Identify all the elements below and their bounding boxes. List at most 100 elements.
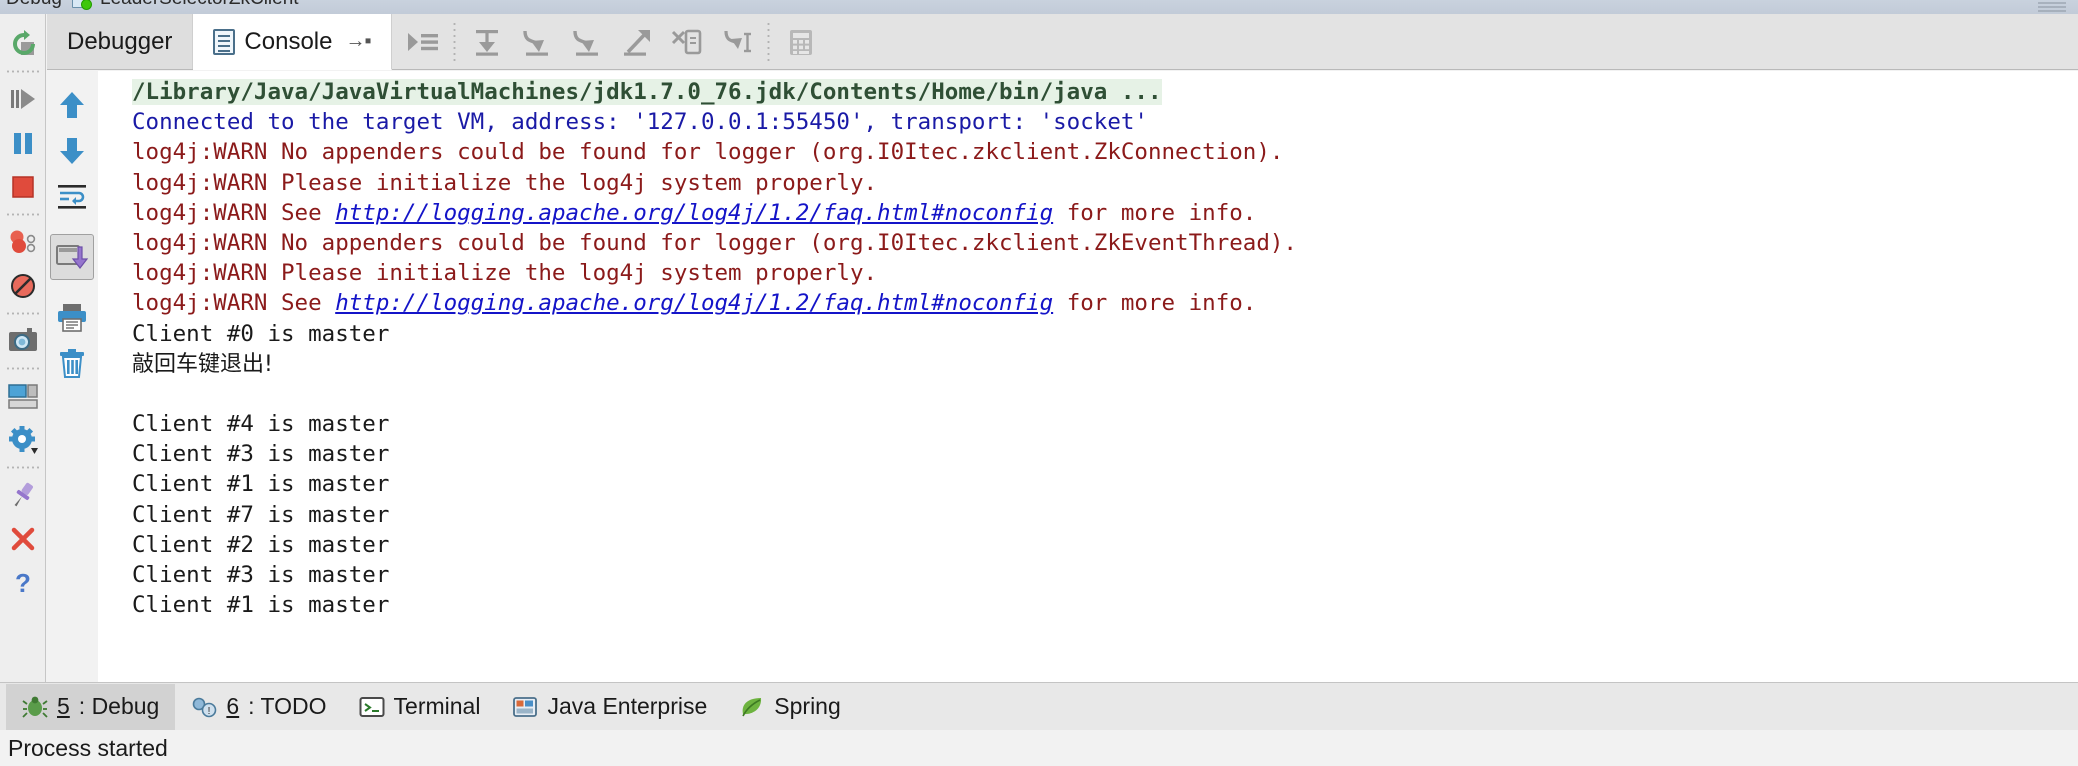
console-line: Client #3 is master: [132, 439, 2078, 469]
scroll-down-icon[interactable]: [50, 128, 94, 174]
tab-console-label: Console: [244, 27, 333, 55]
console-output[interactable]: /Library/Java/JavaVirtualMachines/jdk1.7…: [98, 71, 2078, 706]
scroll-up-icon[interactable]: [50, 82, 94, 128]
drop-frame-icon[interactable]: [662, 19, 712, 65]
document-running-icon: [72, 0, 92, 10]
console-line: log4j:WARN No appenders could be found f…: [132, 228, 2078, 258]
console-text: log4j:WARN See: [132, 199, 336, 226]
toolbar-separator: [765, 21, 772, 62]
close-icon[interactable]: [2, 517, 44, 561]
console-line: log4j:WARN No appenders could be found f…: [132, 137, 2078, 167]
toolbar-separator: [451, 21, 458, 62]
bottom-tab-todo[interactable]: ! 6 : TODO: [175, 684, 342, 730]
step-into-icon[interactable]: [512, 19, 562, 65]
console-line: log4j:WARN See http://logging.apache.org…: [132, 288, 2078, 318]
step-out-icon[interactable]: [562, 19, 612, 65]
soft-wrap-icon[interactable]: [50, 174, 94, 220]
tab-console[interactable]: Console →▪: [193, 14, 392, 70]
tool-window-bar: 5 : Debug ! 6 : TODO Terminal Java Enter…: [0, 682, 2078, 730]
status-message: Process started: [8, 734, 168, 761]
settings-gear-icon[interactable]: [2, 418, 44, 462]
svg-text:?: ?: [15, 568, 31, 598]
console-text: Client #3 is master: [132, 562, 390, 588]
force-step-into-icon[interactable]: [398, 19, 448, 65]
console-actions-rail: [47, 70, 97, 706]
console-line: Client #2 is master: [132, 530, 2078, 560]
stop-icon[interactable]: [2, 165, 44, 209]
rail-separator: [5, 464, 40, 471]
console-text: for more info.: [1053, 290, 1257, 317]
settings-layout-icon[interactable]: [2, 374, 44, 418]
pin-tab-icon[interactable]: [2, 473, 44, 517]
console-text: log4j:WARN No appenders could be found f…: [132, 229, 1297, 256]
console-text: log4j:WARN No appenders could be found f…: [132, 139, 1284, 166]
bottom-tab-todo-mnemonic: 6: [226, 693, 240, 719]
console-line: Client #3 is master: [132, 560, 2078, 590]
debug-step-toolbar: [392, 14, 832, 69]
evaluate-expression-icon[interactable]: [776, 19, 826, 65]
console-line: log4j:WARN Please initialize the log4j s…: [132, 258, 2078, 288]
rail-separator: [5, 310, 40, 317]
rail-separator: [5, 211, 40, 218]
console-line: Client #0 is master: [132, 319, 2078, 349]
console-line: /Library/Java/JavaVirtualMachines/jdk1.7…: [132, 77, 2078, 107]
pause-program-icon[interactable]: [2, 121, 44, 165]
console-text: Connected to the target VM, address: '12…: [132, 109, 1148, 136]
console-text: log4j:WARN Please initialize the log4j s…: [132, 169, 878, 196]
console-line: Client #7 is master: [132, 500, 2078, 530]
scroll-to-end-icon[interactable]: [50, 234, 94, 280]
bottom-tab-spring[interactable]: Spring: [723, 684, 856, 730]
console-line: Client #4 is master: [132, 409, 2078, 439]
bottom-tab-debug[interactable]: 5 : Debug: [6, 683, 176, 730]
bottom-tab-java-enterprise[interactable]: Java Enterprise: [496, 684, 723, 730]
bottom-tab-spring-label: Spring: [774, 693, 841, 719]
console-tabbar: Debugger Console →▪: [47, 14, 2078, 70]
rerun-icon[interactable]: [2, 22, 44, 66]
console-text: Client #2 is master: [132, 531, 390, 558]
rail-separator: [5, 68, 40, 75]
console-line: log4j:WARN Please initialize the log4j s…: [132, 168, 2078, 198]
help-icon[interactable]: ?: [2, 561, 44, 605]
console-text: Client #1 is master: [132, 471, 390, 498]
java-enterprise-icon: [512, 695, 538, 719]
console-text: Client #7 is master: [132, 501, 390, 528]
clear-all-icon[interactable]: [50, 340, 94, 386]
get-thread-dump-icon[interactable]: [2, 319, 44, 363]
maximize-dots-icon[interactable]: [2038, 0, 2066, 12]
bottom-tab-terminal-label: Terminal: [393, 693, 481, 719]
run-to-cursor-icon[interactable]: [612, 19, 662, 65]
view-breakpoints-icon[interactable]: [2, 220, 44, 264]
spring-leaf-icon: [739, 695, 765, 719]
force-run-to-cursor-icon[interactable]: [712, 19, 762, 65]
debug-actions-rail: ?: [0, 14, 46, 706]
console-doc-icon: [213, 28, 236, 55]
console-line: log4j:WARN See http://logging.apache.org…: [132, 198, 2078, 228]
console-line: Connected to the target VM, address: '12…: [132, 107, 2078, 137]
console-text: 敲回车键退出!: [132, 351, 273, 377]
console-text: for more info.: [1053, 199, 1257, 226]
console-line: Client #1 is master: [132, 590, 2078, 620]
console-link[interactable]: http://logging.apache.org/log4j/1.2/faq.…: [335, 200, 1053, 226]
bottom-tab-debug-label: : Debug: [78, 693, 160, 719]
tab-debugger[interactable]: Debugger: [47, 14, 194, 69]
bottom-tab-terminal[interactable]: Terminal: [343, 684, 497, 730]
resume-program-icon[interactable]: [2, 77, 44, 121]
status-bar: Process started: [0, 730, 2078, 766]
console-text: Client #4 is master: [132, 411, 390, 438]
debug-bug-icon: [22, 695, 48, 719]
bottom-tab-todo-label: : TODO: [248, 693, 327, 719]
print-icon[interactable]: [50, 294, 94, 340]
console-line-list: /Library/Java/JavaVirtualMachines/jdk1.7…: [98, 77, 2078, 620]
console-link[interactable]: http://logging.apache.org/log4j/1.2/faq.…: [335, 290, 1053, 316]
window-title-bar: Debug LeaderSelectorZkClient: [0, 0, 2078, 14]
step-over-icon[interactable]: [462, 19, 512, 65]
console-line: Client #1 is master: [132, 469, 2078, 499]
mute-breakpoints-icon[interactable]: [2, 264, 44, 308]
tab-pin-arrow-icon[interactable]: →▪: [345, 30, 371, 53]
bottom-tab-debug-mnemonic: 5: [57, 693, 70, 719]
todo-icon: !: [191, 695, 217, 719]
window-title-name: LeaderSelectorZkClient: [100, 0, 299, 10]
svg-text:!: !: [208, 706, 211, 717]
bottom-tab-java-enterprise-label: Java Enterprise: [547, 693, 708, 719]
